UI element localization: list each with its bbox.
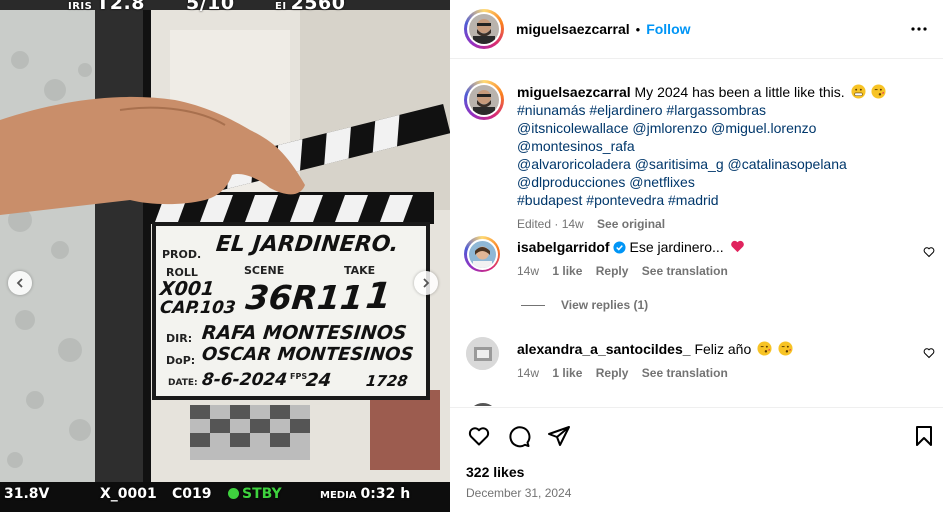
more-options-icon[interactable] xyxy=(909,19,929,39)
see-original-link[interactable]: See original xyxy=(597,217,665,231)
post-actions: 322 likes December 31, 2024 xyxy=(450,407,943,512)
hud-iris: IRIS T2.8 xyxy=(68,0,145,14)
caption-tags-line-5: #budapest #pontevedra #madrid xyxy=(517,191,917,209)
slate-cap-value: CAP.103 xyxy=(158,298,237,318)
comment-avatar[interactable] xyxy=(464,236,500,272)
carousel-prev-button[interactable] xyxy=(8,271,32,295)
comment-avatar[interactable] xyxy=(466,337,499,370)
caption-hashtags[interactable]: #budapest #pontevedra #madrid xyxy=(517,192,719,208)
kiss-wink-emoji-icon xyxy=(871,84,886,99)
follow-button[interactable]: Follow xyxy=(646,21,690,37)
heart-icon[interactable] xyxy=(923,246,935,258)
red-heart-emoji-icon xyxy=(730,240,744,253)
comment-avatar[interactable] xyxy=(468,403,498,406)
slate-date-value: 8-6-2024 xyxy=(200,370,289,390)
hud-status: STBY xyxy=(228,486,282,502)
slate-fps-value: 24 xyxy=(304,370,333,391)
like-heart-icon[interactable] xyxy=(467,424,491,448)
slate-prod-value: EL JARDINERO. xyxy=(214,232,400,257)
slate-dir-label: DIR: xyxy=(166,332,193,345)
caption-tags-line-1: #niunamás #eljardinero #largassombras xyxy=(517,101,917,119)
slate-dir-value: RAFA MONTESINOS xyxy=(200,322,408,344)
grimace-emoji-icon xyxy=(851,84,866,99)
kiss-wink-emoji-icon xyxy=(778,341,793,356)
share-icon[interactable] xyxy=(547,424,571,448)
caption-mentions[interactable]: @alvaroricoladera @saritisima_g @catalin… xyxy=(517,156,847,172)
caption-mentions[interactable]: @itsnicolewallace @jmlorenzo @miguel.lor… xyxy=(517,120,816,154)
hud-ei: EI 2560 xyxy=(275,0,346,14)
slate-extra-value: 1728 xyxy=(365,372,409,390)
hud-shutter: 5/10 xyxy=(186,0,235,14)
reply-button[interactable]: Reply xyxy=(596,366,629,380)
reply-button[interactable]: Reply xyxy=(596,264,629,278)
comment-age: 14w xyxy=(517,366,540,380)
kiss-wink-emoji-icon xyxy=(757,341,772,356)
comment-text: Ese jardinero... xyxy=(629,239,724,255)
caption-meta: Edited · 14w See original xyxy=(517,215,917,233)
caption-tags-line-4: @dlproducciones @netflixes xyxy=(517,173,917,191)
comment-username[interactable]: isabelgarridof xyxy=(517,239,610,255)
hud-clip: X_0001 xyxy=(100,486,157,502)
carousel-next-button[interactable] xyxy=(414,271,438,295)
comment-avatar-image xyxy=(466,337,499,370)
post-date: December 31, 2024 xyxy=(466,486,572,500)
caption-avatar[interactable] xyxy=(464,80,504,120)
slate-fps-label: FPS xyxy=(290,372,308,381)
comment-meta: 14w 1 like Reply See translation xyxy=(517,262,917,280)
comment-username[interactable]: alexandra_a_santocildes_ xyxy=(517,341,691,357)
caption-mentions[interactable]: @dlproducciones @netflixes xyxy=(517,174,695,190)
author-avatar[interactable] xyxy=(464,9,504,49)
verified-icon xyxy=(613,241,626,254)
likes-count[interactable]: 322 likes xyxy=(466,464,524,480)
clapperboard-slate: PROD. EL JARDINERO. ROLL SCENE TAKE X001… xyxy=(152,222,430,400)
caption-avatar-image xyxy=(469,85,499,115)
comment-age: 14w xyxy=(517,264,540,278)
slate-dop-label: DoP: xyxy=(166,354,196,367)
view-replies-button[interactable]: View replies (1) xyxy=(521,298,648,312)
caption-hashtags[interactable]: #niunamás #eljardinero #largassombras xyxy=(517,102,766,118)
save-icon[interactable] xyxy=(912,424,936,448)
author-username[interactable]: miguelsaezcarral xyxy=(516,21,630,37)
caption-text: My 2024 has been a little like this. xyxy=(634,84,845,100)
comment-likes[interactable]: 1 like xyxy=(552,366,582,380)
hud-level: 31.8V xyxy=(4,486,50,502)
heart-icon[interactable] xyxy=(923,347,935,359)
author-avatar-image xyxy=(469,14,499,44)
caption-username[interactable]: miguelsaezcarral xyxy=(517,84,631,100)
see-translation-link[interactable]: See translation xyxy=(642,366,728,380)
comment-likes[interactable]: 1 like xyxy=(552,264,582,278)
record-status-icon xyxy=(228,488,239,499)
slate-date-label: DATE: xyxy=(168,378,198,388)
comment-icon[interactable] xyxy=(507,424,531,448)
post-details-panel: miguelsaezcarral • Follow miguelsaezcarr… xyxy=(450,0,943,512)
chevron-left-icon xyxy=(16,278,23,288)
header-separator: • xyxy=(635,21,641,37)
slate-roll-value: X001 xyxy=(158,278,216,300)
caption-tags-line-3: @alvaroricoladera @saritisima_g @catalin… xyxy=(517,155,917,173)
comment-avatar-image xyxy=(468,240,496,268)
slate-scene-value: 36R11 xyxy=(243,278,366,317)
comment-meta: 14w 1 like Reply See translation xyxy=(517,364,917,382)
post-header: miguelsaezcarral • Follow xyxy=(450,0,943,59)
caption-tags-line-2: @itsnicolewallace @jmlorenzo @miguel.lor… xyxy=(517,119,917,155)
comments-section[interactable]: miguelsaezcarral My 2024 has been a litt… xyxy=(450,60,943,406)
caption-edited: Edited · 14w xyxy=(517,217,584,231)
see-translation-link[interactable]: See translation xyxy=(642,264,728,278)
hud-card: C019 xyxy=(172,486,212,502)
slate-scene-label: SCENE xyxy=(244,264,285,277)
chevron-right-icon xyxy=(423,278,430,288)
comment-text: Feliz año xyxy=(694,341,752,357)
slate-take-value: 1 xyxy=(363,276,394,317)
post-media: IRIS T2.8 5/10 EI 2560 PROD. EL JARDINERO.… xyxy=(0,0,450,512)
slate-dop-value: OSCAR MONTESINOS xyxy=(200,344,415,365)
slate-prod-label: PROD. xyxy=(162,248,202,261)
hud-media: MEDIA 0:32 h xyxy=(320,486,411,502)
